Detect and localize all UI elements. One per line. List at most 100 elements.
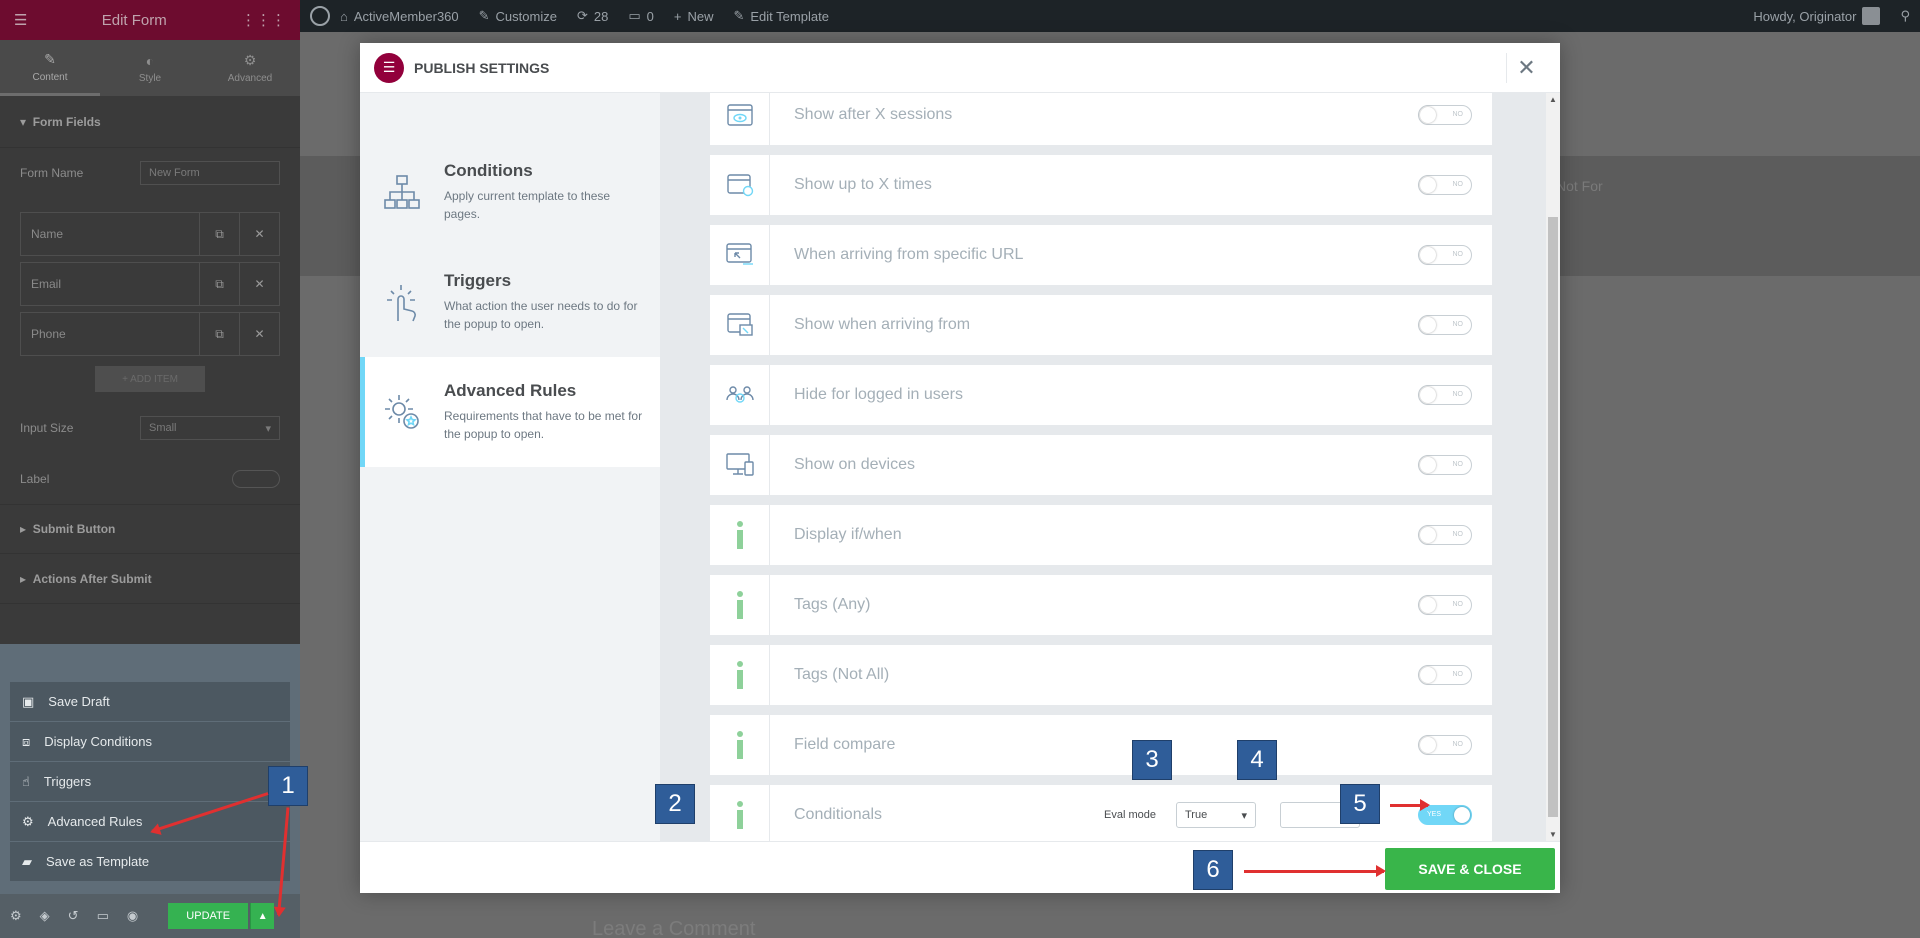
field-item-email[interactable]: Email ⧉ ✕ (20, 262, 280, 306)
toggle-state: NO (1452, 391, 1464, 398)
duplicate-icon[interactable]: ⧉ (199, 212, 239, 256)
history-icon[interactable]: ↺ (68, 908, 79, 924)
update-button[interactable]: UPDATE (168, 903, 249, 929)
modal-header: ☰ PUBLISH SETTINGS ✕ (360, 43, 1560, 93)
admin-bar-site[interactable]: ⌂ ActiveMember360 (330, 0, 469, 32)
preview-eye-icon[interactable]: ◉ (127, 908, 138, 924)
scroll-down-arrow-icon[interactable]: ▼ (1549, 830, 1557, 839)
scroll-up-arrow-icon[interactable]: ▲ (1549, 95, 1557, 104)
modal-body: Conditions Apply current template to the… (360, 93, 1560, 841)
nav-item-triggers[interactable]: Triggers What action the user needs to d… (360, 247, 660, 357)
close-icon[interactable]: ✕ (1506, 52, 1546, 83)
eval-mode-select[interactable]: True ▾ (1176, 802, 1256, 828)
tab-content[interactable]: ✎ Content (0, 40, 100, 96)
save-options-menu: ▣ Save Draft ⧈ Display Conditions ☝ Trigger… (0, 644, 300, 894)
rule-tags-any: Tags (Any) NO (710, 575, 1492, 635)
label-row: Label (0, 454, 300, 504)
toggle-state: NO (1452, 321, 1464, 328)
admin-bar-updates[interactable]: ⟳ 28 (567, 0, 618, 32)
save-options-toggle[interactable]: ▲ (250, 903, 275, 929)
admin-bar-customize[interactable]: ✎ Customize (469, 0, 567, 32)
annotation-arrow-6 (1244, 865, 1386, 877)
gear-icon: ⚙ (243, 52, 257, 68)
tab-style[interactable]: ◐ Style (100, 40, 200, 96)
menu-item-label: Display Conditions (44, 734, 152, 749)
toggle-state: NO (1452, 671, 1464, 678)
pencil-icon: ✎ (733, 8, 745, 23)
rule-toggle[interactable]: NO (1418, 105, 1472, 125)
preview-band-text: Not For (1556, 178, 1603, 194)
admin-bar-comments[interactable]: ▭ 0 (618, 0, 664, 32)
field-label: Name (31, 227, 64, 241)
rule-toggle[interactable]: NO (1418, 385, 1472, 405)
rule-label: Display if/when (794, 526, 902, 543)
chevron-down-icon: ▾ (265, 422, 271, 435)
close-icon[interactable]: ✕ (239, 312, 279, 356)
rule-toggle[interactable]: NO (1418, 175, 1472, 195)
rule-toggle[interactable]: NO (1418, 595, 1472, 615)
pencil-icon: ✎ (44, 50, 56, 67)
cog-icon: ⚙ (22, 813, 34, 829)
toggle-state: NO (1452, 181, 1464, 188)
eye-window-icon (710, 93, 770, 145)
section-actions-after-submit[interactable]: ▸ Actions After Submit (0, 554, 300, 604)
close-icon[interactable]: ✕ (239, 212, 279, 256)
wordpress-logo-icon[interactable] (310, 6, 330, 26)
scroll-thumb[interactable] (1548, 217, 1558, 817)
save-icon: ▣ (22, 693, 35, 709)
admin-bar-account[interactable]: Howdy, Originator (1743, 0, 1890, 32)
add-item-button[interactable]: + ADD ITEM (95, 366, 205, 392)
tab-advanced[interactable]: ⚙ Advanced (200, 40, 300, 96)
menu-item-save-as-template[interactable]: ▰ Save as Template (10, 842, 290, 882)
widgets-grid-icon[interactable]: ⋮⋮⋮ (241, 11, 286, 29)
menu-item-display-conditions[interactable]: ⧈ Display Conditions (10, 722, 290, 762)
hamburger-icon[interactable]: ☰ (14, 11, 27, 29)
scrollbar[interactable]: ▲ ▼ (1546, 93, 1560, 841)
toggle-state: NO (1452, 601, 1464, 608)
section-submit-button[interactable]: ▸ Submit Button (0, 504, 300, 554)
rule-toggle[interactable]: NO (1418, 525, 1472, 545)
duplicate-icon[interactable]: ⧉ (199, 312, 239, 356)
nav-desc: Requirements that have to be met for the… (444, 409, 643, 441)
toggle-state: NO (1452, 531, 1464, 538)
rule-toggle[interactable]: NO (1418, 315, 1472, 335)
save-and-close-button[interactable]: SAVE & CLOSE (1385, 848, 1555, 890)
toggle-state: NO (1452, 111, 1464, 118)
customize-label: Customize (495, 8, 557, 24)
rules-list-area[interactable]: Show after X sessions NO Show up to X ti… (660, 93, 1560, 841)
navigator-icon[interactable]: ◈ (40, 908, 50, 924)
rule-label: Show when arriving from (794, 316, 971, 333)
form-name-input[interactable]: New Form (140, 161, 280, 185)
input-size-select[interactable]: Small ▾ (140, 416, 280, 440)
rule-toggle[interactable]: NO (1418, 735, 1472, 755)
publish-settings-modal: ☰ PUBLISH SETTINGS ✕ Conditions Apply cu… (360, 43, 1560, 893)
menu-item-label: Save as Template (46, 854, 150, 869)
plus-icon: + (673, 8, 682, 24)
menu-item-save-draft[interactable]: ▣ Save Draft (10, 682, 290, 722)
close-icon[interactable]: ✕ (239, 262, 279, 306)
menu-item-advanced-rules[interactable]: ⚙ Advanced Rules (10, 802, 290, 842)
rule-toggle[interactable]: NO (1418, 665, 1472, 685)
form-name-label: Form Name (20, 166, 84, 180)
nav-title: Triggers (444, 271, 512, 290)
admin-bar-new[interactable]: + New (664, 0, 724, 32)
nav-item-advanced-rules[interactable]: Advanced Rules Requirements that have to… (360, 357, 660, 467)
tab-style-label: Style (138, 72, 162, 84)
field-item-phone[interactable]: Phone ⧉ ✕ (20, 312, 280, 356)
admin-bar-search-icon[interactable]: ⚲ (1890, 0, 1920, 32)
section-form-fields[interactable]: ▾ Form Fields (0, 96, 300, 148)
admin-bar-edit-template[interactable]: ✎ Edit Template (723, 0, 838, 32)
caret-right-icon: ▸ (20, 571, 33, 586)
menu-item-triggers[interactable]: ☝ Triggers (10, 762, 290, 802)
rule-toggle[interactable]: NO (1418, 245, 1472, 265)
step-marker-1: 1 (268, 766, 308, 806)
nav-item-conditions[interactable]: Conditions Apply current template to the… (360, 137, 660, 247)
field-item-name[interactable]: Name ⧉ ✕ (20, 212, 280, 256)
settings-icon[interactable]: ⚙ (10, 908, 22, 924)
rule-toggle[interactable]: NO (1418, 455, 1472, 475)
label-toggle[interactable] (232, 470, 280, 488)
step-marker-5: 5 (1340, 784, 1380, 824)
rule-show-after-x-sessions: Show after X sessions NO (710, 93, 1492, 145)
responsive-icon[interactable]: ▭ (97, 908, 109, 924)
duplicate-icon[interactable]: ⧉ (199, 262, 239, 306)
